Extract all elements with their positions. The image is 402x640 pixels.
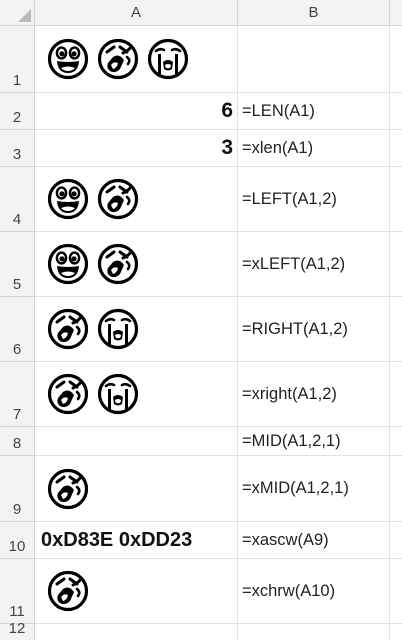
cell-b12[interactable] [238,624,390,640]
column-header-b[interactable]: B [238,0,390,26]
cell-b1[interactable] [238,26,390,93]
rolling-laughing-face-icon [97,243,139,285]
select-all-triangle-icon [18,9,31,22]
cell-c1[interactable] [390,26,402,93]
cell-c3[interactable] [390,130,402,167]
row-header[interactable]: 3 [0,130,35,167]
cell-b3[interactable]: =xlen(A1) [238,130,390,167]
cell-a8[interactable] [35,427,238,456]
cell-b9[interactable]: =xMID(A1,2,1) [238,456,390,522]
cell-a10[interactable]: 0xD83E 0xDD23 [35,522,238,559]
cell-a4[interactable] [35,167,238,232]
grinning-face-icon [47,243,89,285]
cell-b11[interactable]: =xchrw(A10) [238,559,390,624]
grinning-face-icon [47,178,89,220]
cell-a6[interactable] [35,297,238,362]
row-header[interactable]: 1 [0,26,35,93]
row-header[interactable]: 11 [0,559,35,624]
cell-c12[interactable] [390,624,402,640]
cell-c6[interactable] [390,297,402,362]
rolling-laughing-face-icon [47,468,89,510]
cell-a9[interactable] [35,456,238,522]
cell-a1[interactable] [35,26,238,93]
row-header[interactable]: 9 [0,456,35,522]
column-header-c-partial[interactable] [390,0,402,26]
cell-a3[interactable]: 3 [35,130,238,167]
cell-b2[interactable]: =LEN(A1) [238,93,390,130]
column-header-a[interactable]: A [35,0,238,26]
cell-c2[interactable] [390,93,402,130]
row-header[interactable]: 8 [0,427,35,456]
rolling-laughing-face-icon [47,570,89,612]
cell-b7[interactable]: =xright(A1,2) [238,362,390,427]
cell-c8[interactable] [390,427,402,456]
cell-b10[interactable]: =xascw(A9) [238,522,390,559]
row-header[interactable]: 5 [0,232,35,297]
rolling-laughing-face-icon [97,178,139,220]
spreadsheet-grid: A B 1 2 6 =LEN(A1) 3 3 =xlen(A1) 4 =LEFT… [0,0,402,640]
cell-c5[interactable] [390,232,402,297]
crying-face-icon [147,38,189,80]
cell-c7[interactable] [390,362,402,427]
cell-b5[interactable]: =xLEFT(A1,2) [238,232,390,297]
cell-b4[interactable]: =LEFT(A1,2) [238,167,390,232]
crying-face-icon [97,373,139,415]
row-header[interactable]: 6 [0,297,35,362]
row-header[interactable]: 12 [0,620,35,640]
rolling-laughing-face-icon [47,308,89,350]
row-header[interactable]: 7 [0,362,35,427]
cell-c11[interactable] [390,559,402,624]
row-header[interactable]: 2 [0,93,35,130]
cell-c9[interactable] [390,456,402,522]
cell-a7[interactable] [35,362,238,427]
cell-a2[interactable]: 6 [35,93,238,130]
rolling-laughing-face-icon [97,38,139,80]
cell-a11[interactable] [35,559,238,624]
cell-a5[interactable] [35,232,238,297]
select-all-corner[interactable] [0,0,35,26]
crying-face-icon [97,308,139,350]
cell-c4[interactable] [390,167,402,232]
cell-c10[interactable] [390,522,402,559]
row-header[interactable]: 10 [0,522,35,559]
cell-b6[interactable]: =RIGHT(A1,2) [238,297,390,362]
rolling-laughing-face-icon [47,373,89,415]
grinning-face-icon [47,38,89,80]
cell-a12[interactable] [35,624,238,640]
row-header[interactable]: 4 [0,167,35,232]
cell-b8[interactable]: =MID(A1,2,1) [238,427,390,456]
